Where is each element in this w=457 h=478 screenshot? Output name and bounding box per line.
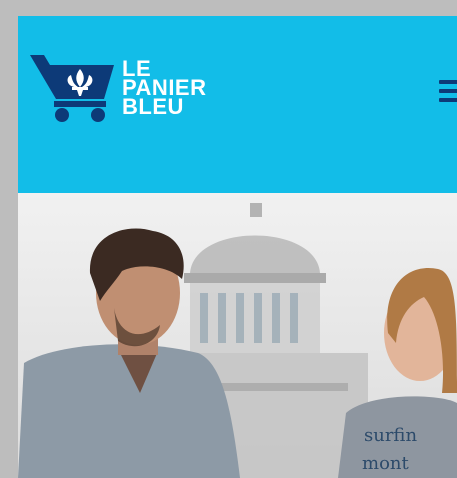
brand-name: LE PANIER BLEU (122, 58, 207, 118)
shirt-text-2: mont (362, 453, 409, 474)
site-header: LE PANIER BLEU (18, 16, 457, 193)
mobile-page: LE PANIER BLEU surfin mont (18, 16, 457, 478)
hamburger-menu-icon[interactable] (439, 80, 457, 102)
shirt-text-1: surfin (364, 425, 417, 446)
hero-image: surfin mont (18, 193, 457, 478)
hero-photo: surfin mont (18, 193, 457, 478)
site-logo[interactable]: LE PANIER BLEU (30, 49, 230, 129)
shopping-cart-icon (30, 55, 114, 122)
